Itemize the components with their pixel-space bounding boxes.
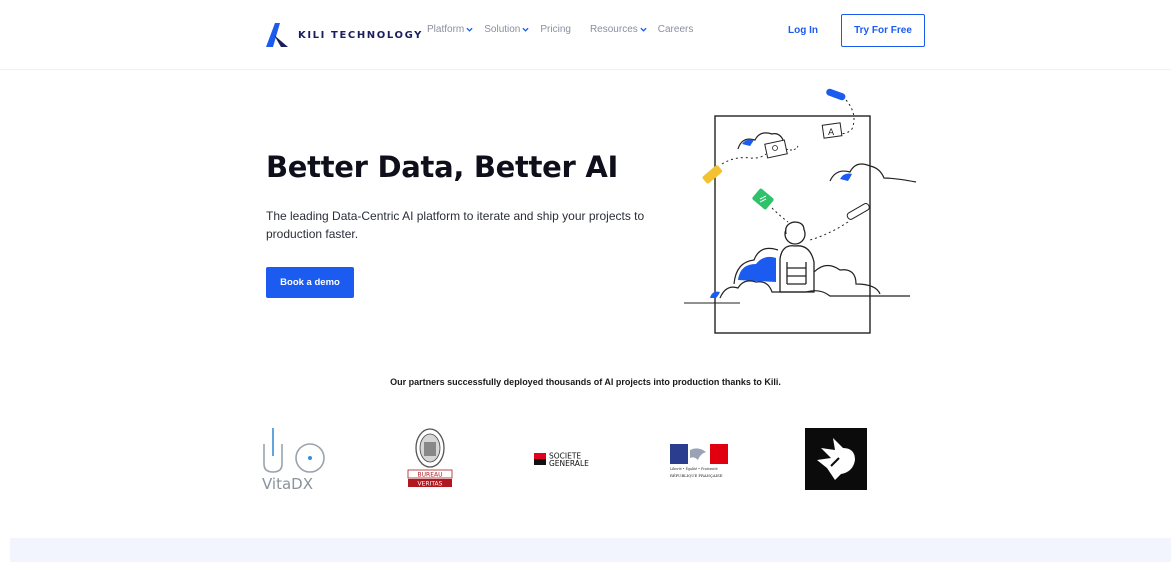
nav-item-label: Solution <box>484 24 521 35</box>
chevron-down-icon <box>466 27 473 32</box>
nav-item-label: Careers <box>657 24 694 35</box>
login-link[interactable]: Log In <box>788 25 818 36</box>
nav-item-solution[interactable]: Solution <box>484 24 529 35</box>
footer-band <box>10 538 1171 562</box>
bureau-veritas-logo-icon: BUREAU VERITAS <box>407 428 453 488</box>
chevron-down-icon <box>522 27 529 32</box>
kili-logo-icon <box>266 23 288 47</box>
societe-generale-logo-icon: SOCIETE GENERALE <box>534 452 589 468</box>
vitadx-logo-icon: VitaDX <box>262 428 325 493</box>
book-demo-button[interactable]: Book a demo <box>266 267 354 298</box>
vitadx-wordmark: VitaDX <box>262 475 313 492</box>
try-for-free-button[interactable]: Try For Free <box>841 14 925 47</box>
hero-subtitle: The leading Data-Centric AI platform to … <box>266 209 645 241</box>
labeling-illustration-icon: A <box>684 88 917 334</box>
rf-motto: Liberté • Égalité • Fraternité <box>670 466 718 471</box>
partner-logo-societe-generale: SOCIETE GENERALE <box>534 450 604 468</box>
nav-item-careers[interactable]: Careers <box>658 24 694 35</box>
sg-line2: GENERALE <box>549 459 589 468</box>
nav-item-resources[interactable]: Resources <box>590 24 647 35</box>
marianne-logo-icon: Liberté • Égalité • Fraternité RÉPUBLIQU… <box>670 444 728 478</box>
nav-item-pricing[interactable]: Pricing <box>540 24 571 35</box>
partner-logo-bureau-veritas: BUREAU VERITAS <box>406 428 454 488</box>
nav-item-platform[interactable]: Platform <box>427 24 473 35</box>
partner-logo-fan <box>805 428 867 490</box>
nav-item-label: Resources <box>589 24 638 35</box>
svg-text:A: A <box>828 128 835 138</box>
hero-title: Better Data, Better AI <box>266 150 618 184</box>
main-menu: Platform Solution Pricing Resources Care… <box>427 24 693 35</box>
rf-name: RÉPUBLIQUE FRANÇAISE <box>670 473 723 478</box>
partner-logo-vitadx: VitaDX <box>260 426 328 493</box>
bv-top-text: BUREAU <box>418 472 443 479</box>
chevron-down-icon <box>640 27 647 32</box>
bv-bottom-text: VERITAS <box>418 481 443 488</box>
nav-item-label: Pricing <box>540 24 571 35</box>
partners-heading: Our partners successfully deployed thous… <box>390 377 781 387</box>
partner-logo-republique-francaise: Liberté • Égalité • Fraternité RÉPUBLIQU… <box>668 442 732 480</box>
top-navbar: KILI TECHNOLOGY Platform Solution Pricin… <box>0 0 1171 70</box>
brand-name: KILI TECHNOLOGY <box>298 29 424 41</box>
fan-logo-icon <box>805 428 867 490</box>
nav-item-label: Platform <box>427 24 465 35</box>
brand-logo[interactable]: KILI TECHNOLOGY <box>266 23 423 47</box>
